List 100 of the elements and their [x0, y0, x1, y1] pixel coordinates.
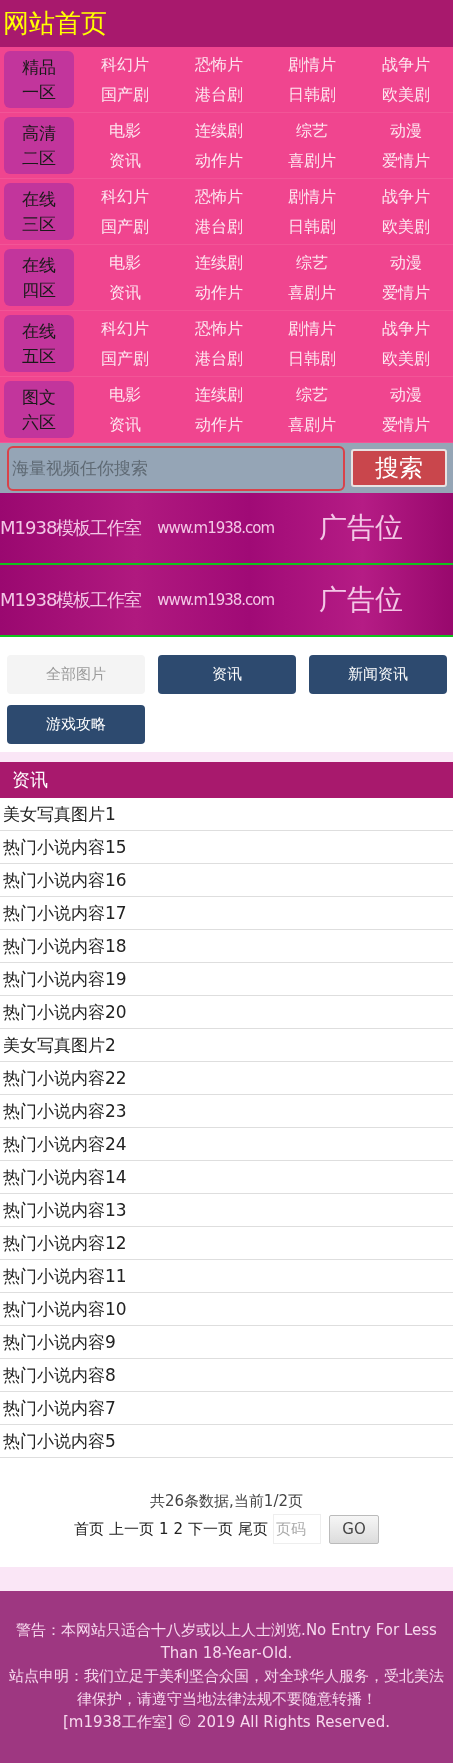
category-link[interactable]: 连续剧 — [171, 119, 266, 142]
article-link[interactable]: 热门小说内容10 — [0, 1293, 453, 1326]
page-link[interactable]: 2 — [173, 1520, 184, 1538]
category-link[interactable]: 剧情片 — [265, 53, 360, 76]
category-link[interactable]: 爱情片 — [359, 149, 453, 172]
article-link[interactable]: 热门小说内容15 — [0, 831, 453, 864]
ad-brand: M1938模板工作室 — [0, 588, 142, 612]
zone-label: 精品一区 — [4, 51, 74, 108]
article-link[interactable]: 热门小说内容18 — [0, 930, 453, 963]
category-link[interactable]: 电影 — [78, 119, 172, 142]
category-link[interactable]: 剧情片 — [265, 185, 360, 208]
article-link[interactable]: 热门小说内容20 — [0, 996, 453, 1029]
category-link[interactable]: 资讯 — [78, 281, 172, 304]
article-link[interactable]: 热门小说内容14 — [0, 1161, 453, 1194]
category-link[interactable]: 恐怖片 — [171, 53, 266, 76]
article-link[interactable]: 热门小说内容24 — [0, 1128, 453, 1161]
page-link[interactable]: 首页 — [73, 1519, 104, 1539]
category-tab[interactable]: 新闻资讯 — [309, 655, 447, 694]
article-link[interactable]: 热门小说内容5 — [0, 1425, 453, 1458]
page-link[interactable]: 上一页 — [108, 1519, 154, 1539]
page-link[interactable]: 1 — [158, 1520, 169, 1538]
category-link[interactable]: 恐怖片 — [171, 317, 266, 340]
category-link[interactable]: 喜剧片 — [265, 413, 360, 436]
article-link[interactable]: 热门小说内容17 — [0, 897, 453, 930]
article-link[interactable]: 热门小说内容11 — [0, 1260, 453, 1293]
category-link[interactable]: 动作片 — [171, 149, 266, 172]
ad-url: www.m1938.com — [157, 519, 275, 537]
footer-text: 站点申明：我们立足于美利坚合众国，对全球华人服务，受北美法律保护，请遵守当地法律法规不要随意转播！ — [8, 1666, 445, 1710]
section-title: 资讯 — [12, 768, 48, 792]
zone-label: 在线五区 — [4, 315, 74, 372]
category-link[interactable]: 动漫 — [359, 251, 453, 274]
zone-label: 在线四区 — [4, 249, 74, 306]
category-link[interactable]: 动作片 — [171, 413, 266, 436]
category-link[interactable]: 港台剧 — [171, 83, 266, 106]
category-tab[interactable]: 全部图片 — [7, 655, 145, 694]
category-link[interactable]: 战争片 — [359, 53, 453, 76]
category-link[interactable]: 爱情片 — [359, 413, 453, 436]
category-link[interactable]: 国产剧 — [78, 83, 172, 106]
category-link[interactable]: 国产剧 — [78, 347, 172, 370]
category-link[interactable]: 连续剧 — [171, 383, 266, 406]
category-tab[interactable]: 资讯 — [158, 655, 296, 694]
category-link[interactable]: 科幻片 — [78, 317, 172, 340]
footer-text: 警告：本网站只适合十八岁或以上人士浏览.No Entry For Less Than 18-Year-Old. — [15, 1620, 438, 1664]
ad-banner[interactable]: M1938模板工作室 www.m1938.com 广告位 — [0, 565, 453, 637]
category-link[interactable]: 电影 — [78, 251, 172, 274]
category-link[interactable]: 港台剧 — [171, 347, 266, 370]
category-link[interactable]: 欧美剧 — [359, 215, 453, 238]
category-link[interactable]: 恐怖片 — [171, 185, 266, 208]
article-link[interactable]: 热门小说内容22 — [0, 1062, 453, 1095]
category-link[interactable]: 动作片 — [171, 281, 266, 304]
article-link[interactable]: 热门小说内容8 — [0, 1359, 453, 1392]
ad-banner[interactable]: M1938模板工作室 www.m1938.com 广告位 — [0, 493, 453, 565]
ad-brand: M1938模板工作室 — [0, 516, 142, 540]
search-field[interactable]: 海量视频任你搜索 — [7, 445, 345, 491]
category-link[interactable]: 连续剧 — [171, 251, 266, 274]
category-link[interactable]: 资讯 — [78, 413, 172, 436]
category-link[interactable]: 综艺 — [265, 383, 360, 406]
category-link[interactable]: 爱情片 — [359, 281, 453, 304]
category-link[interactable]: 喜剧片 — [265, 149, 360, 172]
search-button[interactable]: 搜索 — [351, 449, 447, 487]
ad-slot-text: 广告位 — [319, 510, 403, 546]
category-link[interactable]: 综艺 — [265, 251, 360, 274]
page-number-field[interactable]: 页码 — [273, 1514, 322, 1544]
article-link[interactable]: 美女写真图片2 — [0, 1029, 453, 1062]
page-summary: 共26条数据,当前1/2页 — [150, 1492, 303, 1512]
zone-label: 高清二区 — [4, 117, 74, 174]
category-link[interactable]: 港台剧 — [171, 215, 266, 238]
category-link[interactable]: 日韩剧 — [265, 215, 360, 238]
category-link[interactable]: 综艺 — [265, 119, 360, 142]
ad-slot-text: 广告位 — [319, 582, 403, 618]
category-link[interactable]: 剧情片 — [265, 317, 360, 340]
category-link[interactable]: 国产剧 — [78, 215, 172, 238]
article-link[interactable]: 热门小说内容13 — [0, 1194, 453, 1227]
page-link[interactable]: 尾页 — [238, 1519, 269, 1539]
category-link[interactable]: 战争片 — [359, 317, 453, 340]
category-link[interactable]: 科幻片 — [78, 185, 172, 208]
category-link[interactable]: 欧美剧 — [359, 347, 453, 370]
article-link[interactable]: 热门小说内容16 — [0, 864, 453, 897]
category-link[interactable]: 战争片 — [359, 185, 453, 208]
page-link[interactable]: 下一页 — [188, 1519, 234, 1539]
category-link[interactable]: 日韩剧 — [265, 83, 360, 106]
article-link[interactable]: 热门小说内容7 — [0, 1392, 453, 1425]
article-link[interactable]: 热门小说内容12 — [0, 1227, 453, 1260]
article-link[interactable]: 美女写真图片1 — [0, 798, 453, 831]
category-link[interactable]: 资讯 — [78, 149, 172, 172]
article-link[interactable]: 热门小说内容9 — [0, 1326, 453, 1359]
category-link[interactable]: 喜剧片 — [265, 281, 360, 304]
article-link[interactable]: 热门小说内容19 — [0, 963, 453, 996]
category-link[interactable]: 日韩剧 — [265, 347, 360, 370]
category-link[interactable]: 欧美剧 — [359, 83, 453, 106]
category-link[interactable]: 动漫 — [359, 383, 453, 406]
go-button[interactable]: GO — [329, 1514, 380, 1544]
category-link[interactable]: 科幻片 — [78, 53, 172, 76]
category-tab[interactable]: 游戏攻略 — [7, 705, 145, 744]
article-link[interactable]: 热门小说内容23 — [0, 1095, 453, 1128]
category-link[interactable]: 电影 — [78, 383, 172, 406]
ad-url: www.m1938.com — [157, 591, 275, 609]
zone-label: 图文六区 — [4, 381, 74, 438]
category-link[interactable]: 动漫 — [359, 119, 453, 142]
site-title: 网站首页 — [3, 7, 107, 40]
